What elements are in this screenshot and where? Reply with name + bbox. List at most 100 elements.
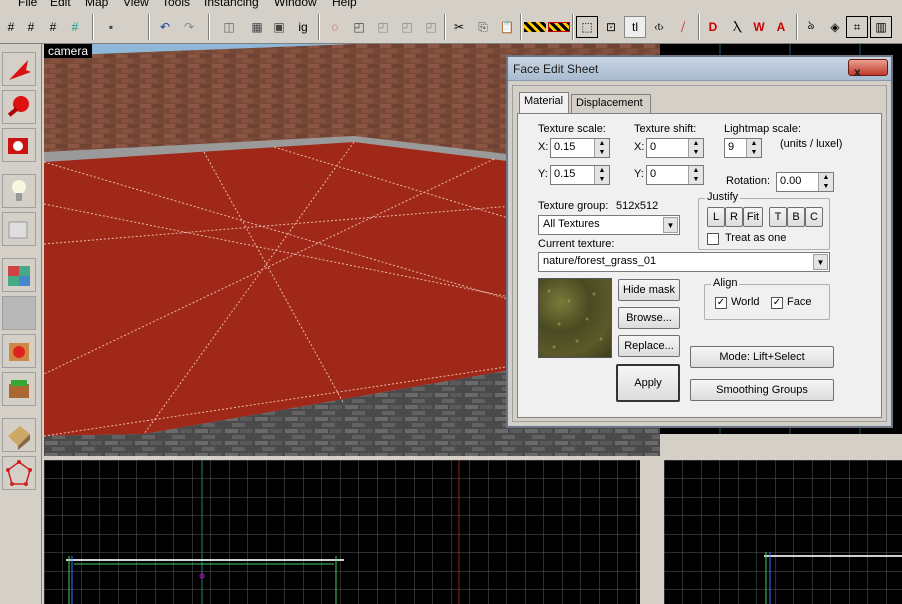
current-texture-select[interactable]: nature/forest_grass_01 ▼ (538, 252, 830, 272)
hide-mask-button[interactable]: Hide mask (618, 279, 680, 301)
material-panel: Texture scale: Texture shift: Lightmap s… (517, 113, 882, 418)
shift-x-field[interactable]: 0 ▲ ▼ (646, 138, 704, 158)
cube-view-icon[interactable]: ▥ (870, 16, 892, 38)
grid-medium-icon[interactable]: # (42, 16, 64, 38)
justify-center-button[interactable]: C (805, 207, 823, 227)
vertex-tool-icon[interactable] (2, 456, 36, 490)
camera-tool-icon[interactable] (2, 128, 36, 162)
grid-icon[interactable]: # (0, 16, 22, 38)
a-icon[interactable]: A (770, 16, 792, 38)
align-world-label: World (731, 296, 760, 308)
justify-right-button[interactable]: R (725, 207, 743, 227)
sphere-icon[interactable]: ◈ (824, 16, 846, 38)
texture-tool-icon[interactable] (2, 258, 36, 292)
smoothing-groups-button[interactable]: Smoothing Groups (690, 379, 834, 401)
align-world-checkbox[interactable]: ✓ (715, 297, 727, 309)
apply-button[interactable]: Apply (616, 364, 680, 402)
overlay-tool-icon[interactable] (2, 372, 36, 406)
entity-icon[interactable]: ◰ (372, 16, 394, 38)
grid-smaller-icon[interactable]: # (20, 16, 42, 38)
ungroup-icon[interactable]: ▦ (246, 16, 268, 38)
align-face-checkbox[interactable]: ✓ (771, 297, 783, 309)
dialog-title: Face Edit Sheet (513, 62, 599, 76)
justify-top-button[interactable]: T (769, 207, 787, 227)
spin-arrows-icon[interactable]: ▲ ▼ (746, 139, 761, 157)
shift-x-label: X: (634, 141, 645, 153)
apply-texture-tool-icon[interactable] (2, 296, 36, 330)
paste-icon[interactable]: 📋 (496, 16, 518, 38)
dialog-title-bar[interactable]: Face Edit Sheet x (508, 57, 891, 81)
entity-tool-icon[interactable] (2, 174, 36, 208)
redo-icon[interactable]: ↷ (178, 16, 200, 38)
texture-lock-icon[interactable]: ⬚ (576, 16, 598, 38)
hazard-icon[interactable] (524, 22, 546, 32)
shift-y-field[interactable]: 0 ▲ ▼ (646, 165, 704, 185)
menu-tools[interactable]: Tools (162, 0, 190, 9)
undo-icon[interactable]: ↶ (154, 16, 176, 38)
toolbar-separator (318, 14, 320, 40)
flip-icon[interactable]: ‹t› (648, 16, 670, 38)
scale-x-field[interactable]: 0.15 ▲ ▼ (550, 138, 610, 158)
clipper-tool-icon[interactable] (2, 418, 36, 452)
chevron-down-icon[interactable]: ▼ (813, 254, 828, 270)
menu-view[interactable]: View (123, 0, 149, 9)
tool-palette (0, 44, 42, 604)
group-icon[interactable]: ◫ (218, 16, 240, 38)
chevron-down-icon[interactable]: ▼ (663, 217, 678, 233)
justify-bottom-button[interactable]: B (787, 207, 805, 227)
tl-button[interactable]: tl (624, 16, 646, 38)
nodraw-icon[interactable] (548, 22, 570, 32)
menu-window[interactable]: Window (274, 0, 317, 9)
tab-material[interactable]: Material (519, 92, 569, 114)
tab-displacement[interactable]: Displacement (571, 94, 651, 113)
cordon-icon[interactable]: ঌ (800, 16, 822, 38)
block-tool-icon[interactable] (2, 212, 36, 246)
menu-help[interactable]: Help (332, 0, 357, 9)
spin-arrows-icon[interactable]: ▲ ▼ (688, 139, 703, 157)
world-icon[interactable]: ◰ (396, 16, 418, 38)
brush-icon[interactable]: ◰ (348, 16, 370, 38)
spin-arrows-icon[interactable]: ▲ ▼ (594, 166, 609, 184)
browse-button[interactable]: Browse... (618, 307, 680, 329)
replace-button[interactable]: Replace... (618, 335, 680, 357)
decal-tool-icon[interactable] (2, 334, 36, 368)
spin-arrows-icon[interactable]: ▲ ▼ (594, 139, 609, 157)
justify-left-button[interactable]: L (707, 207, 725, 227)
object-icon[interactable]: ◰ (420, 16, 442, 38)
toolbar-separator (796, 14, 798, 40)
carve-icon[interactable]: ⧸ (672, 16, 694, 38)
close-button[interactable]: x (848, 59, 888, 79)
w-icon[interactable]: W (748, 16, 770, 38)
square-icon[interactable]: ▪ (100, 16, 122, 38)
ig-button[interactable]: ig (292, 16, 314, 38)
mode-button[interactable]: Mode: Lift+Select (690, 346, 834, 368)
menu-instancing[interactable]: Instancing (204, 0, 259, 9)
spin-arrows-icon[interactable]: ▲ ▼ (688, 166, 703, 184)
path-icon[interactable]: Ⲗ (726, 16, 748, 38)
justify-fit-button[interactable]: Fit (743, 207, 763, 227)
rotation-field[interactable]: 0.00 ▲ ▼ (776, 172, 834, 192)
menu-map[interactable]: Map (85, 0, 108, 9)
spin-arrows-icon[interactable]: ▲ ▼ (818, 173, 833, 191)
texture-group-select[interactable]: All Textures ▼ (538, 215, 680, 235)
treat-as-one-checkbox[interactable] (707, 233, 719, 245)
align-icon[interactable]: ⊡ (600, 16, 622, 38)
selection-tool-icon[interactable] (2, 52, 36, 86)
select-icon[interactable]: ◌ (324, 16, 346, 38)
cut-icon[interactable]: ✂ (448, 16, 470, 38)
texture-scale-label: Texture scale: (538, 123, 606, 135)
copy-icon[interactable]: ⎘ (472, 16, 494, 38)
od-icon[interactable]: D (702, 16, 724, 38)
grid-view-icon[interactable]: ⌗ (846, 16, 868, 38)
texture-preview (538, 278, 612, 358)
side-2d-viewport[interactable] (664, 460, 902, 604)
top-2d-viewport[interactable] (44, 460, 660, 604)
grid-larger-icon[interactable]: # (64, 16, 86, 38)
hide-icon[interactable]: ▣ (268, 16, 290, 38)
lightmap-scale-field[interactable]: 9 ▲ ▼ (724, 138, 762, 158)
dialog-body: Material Displacement Texture scale: Tex… (512, 85, 887, 422)
menu-edit[interactable]: Edit (50, 0, 71, 9)
menu-file[interactable]: File (18, 0, 37, 9)
scale-y-field[interactable]: 0.15 ▲ ▼ (550, 165, 610, 185)
magnify-tool-icon[interactable] (2, 90, 36, 124)
